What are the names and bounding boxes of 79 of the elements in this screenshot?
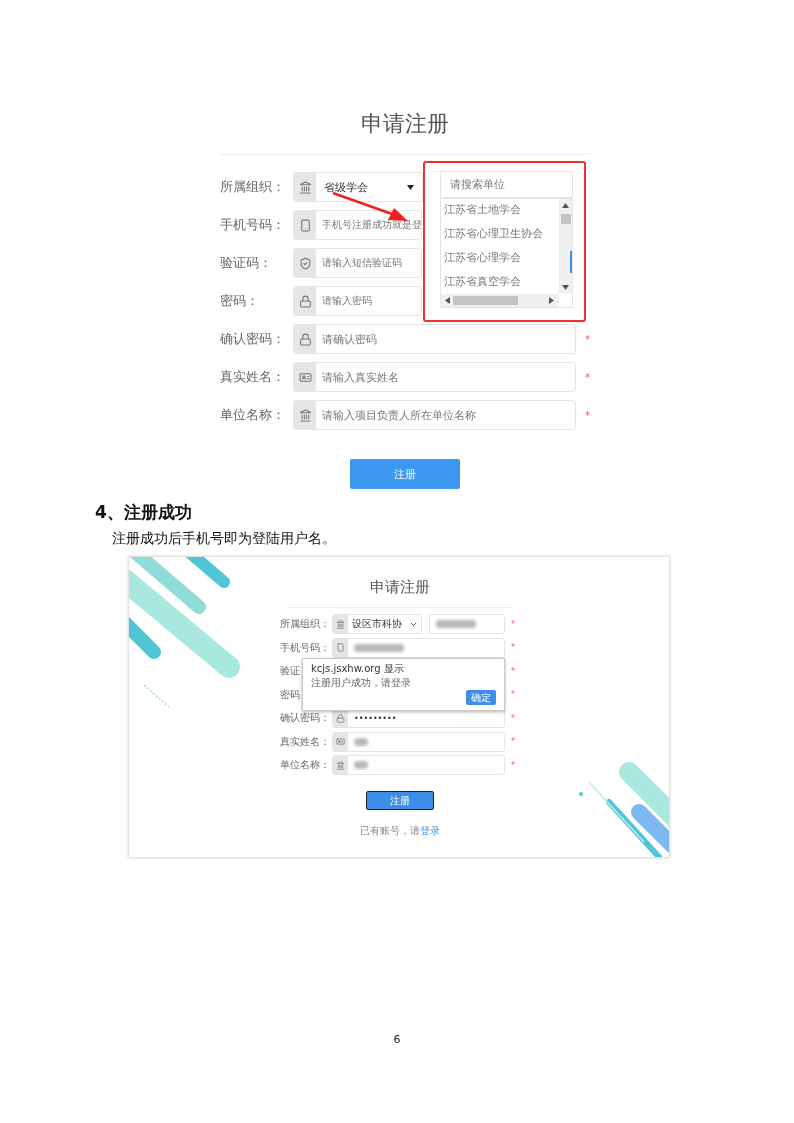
organization-select[interactable]: 设区市科协	[332, 614, 422, 634]
redacted-value	[436, 620, 476, 628]
required-mark: *	[511, 643, 515, 652]
input-field[interactable]	[332, 731, 505, 752]
field-label: 验证	[280, 664, 300, 678]
id-card-icon	[298, 370, 312, 384]
required-mark: *	[511, 713, 515, 723]
required-mark: *	[511, 690, 515, 699]
field-label: 密码：	[220, 292, 259, 310]
phone-icon	[298, 218, 312, 232]
required-mark: *	[511, 619, 515, 629]
field-label: 真实姓名：	[280, 734, 330, 749]
lock-icon	[298, 332, 312, 346]
field-label: 单位名称：	[280, 758, 330, 772]
section-heading: 4、注册成功	[95, 501, 193, 523]
redacted-value	[354, 737, 368, 746]
required-mark: *	[585, 371, 590, 383]
required-mark: *	[511, 666, 515, 676]
required-mark: *	[585, 409, 590, 421]
caret-icon	[407, 184, 414, 190]
page-number: 6	[392, 1033, 402, 1046]
dialog-title: kcjs.jsxhw.org 显示	[311, 662, 405, 675]
field-label: 密码	[280, 687, 300, 702]
input-field[interactable]	[332, 755, 505, 775]
field-label: 所属组织：	[220, 178, 285, 196]
building-icon	[336, 619, 345, 629]
scroll-up-icon[interactable]	[562, 203, 569, 208]
dialog-message: 注册用户成功，请登录	[311, 676, 412, 689]
scroll-down-icon[interactable]	[562, 285, 569, 290]
search-field[interactable]: 请搜索单位	[440, 171, 573, 198]
required-mark: *	[585, 333, 590, 345]
building-icon	[336, 760, 345, 770]
field-label: 单位名称：	[220, 406, 285, 424]
id-card-icon	[336, 737, 345, 746]
login-prompt: 已有账号，请登录	[359, 824, 441, 838]
lock-icon	[298, 294, 312, 308]
list-option[interactable]: 江苏省土地学会	[441, 199, 559, 223]
section-text: 注册成功后手机号即为登陆用户名。	[112, 529, 337, 548]
ok-button[interactable]: 确定	[466, 690, 496, 705]
horizontal-scrollbar[interactable]	[441, 294, 559, 307]
building-icon	[298, 180, 312, 194]
input-field[interactable]: 请输入短信验证码	[293, 248, 422, 278]
list-option[interactable]: 江苏省心理卫生协会	[441, 223, 559, 247]
lock-icon	[336, 713, 345, 723]
scroll-indicator	[570, 251, 572, 273]
form-title: 申请注册	[360, 110, 450, 138]
input-field[interactable]: 请确认密码	[293, 324, 576, 354]
redacted-value	[354, 643, 404, 652]
input-field[interactable]	[429, 614, 505, 634]
input-field[interactable]	[332, 637, 505, 658]
form-title: 申请注册	[369, 577, 431, 598]
field-label: 手机号码：	[280, 640, 330, 655]
required-mark: *	[511, 737, 515, 746]
field-label: 真实姓名：	[220, 368, 285, 386]
scrollbar-thumb[interactable]	[453, 296, 518, 305]
shield-icon	[298, 256, 312, 270]
register-button[interactable]: 注册	[366, 791, 434, 810]
building-icon	[298, 408, 312, 422]
field-label: 手机号码：	[220, 216, 285, 234]
input-field[interactable]: 手机号注册成功就是登	[293, 210, 422, 240]
list-option[interactable]: 江苏省心理学会	[441, 247, 559, 271]
phone-icon	[336, 643, 345, 652]
field-label: 确认密码：	[220, 330, 285, 348]
scroll-left-icon[interactable]	[445, 297, 450, 304]
redacted-value	[354, 761, 368, 769]
list-option[interactable]: 江苏省真空学会	[441, 271, 559, 295]
input-field[interactable]: 请输入项目负责人所在单位名称	[293, 400, 576, 430]
input-field[interactable]: 请输入真实姓名	[293, 362, 576, 392]
register-button[interactable]: 注册	[350, 459, 460, 489]
login-link[interactable]: 登录	[420, 825, 440, 836]
vertical-scrollbar[interactable]	[559, 199, 572, 293]
field-label: 所属组织：	[280, 617, 330, 631]
field-label: 确认密码：	[280, 711, 330, 725]
scroll-right-icon[interactable]	[549, 297, 554, 304]
required-mark: *	[511, 760, 515, 770]
organization-select[interactable]: 省级学会	[293, 172, 423, 202]
field-label: 验证码：	[220, 254, 272, 272]
scrollbar-thumb[interactable]	[561, 214, 571, 224]
input-field[interactable]: 请输入密码	[293, 286, 422, 316]
